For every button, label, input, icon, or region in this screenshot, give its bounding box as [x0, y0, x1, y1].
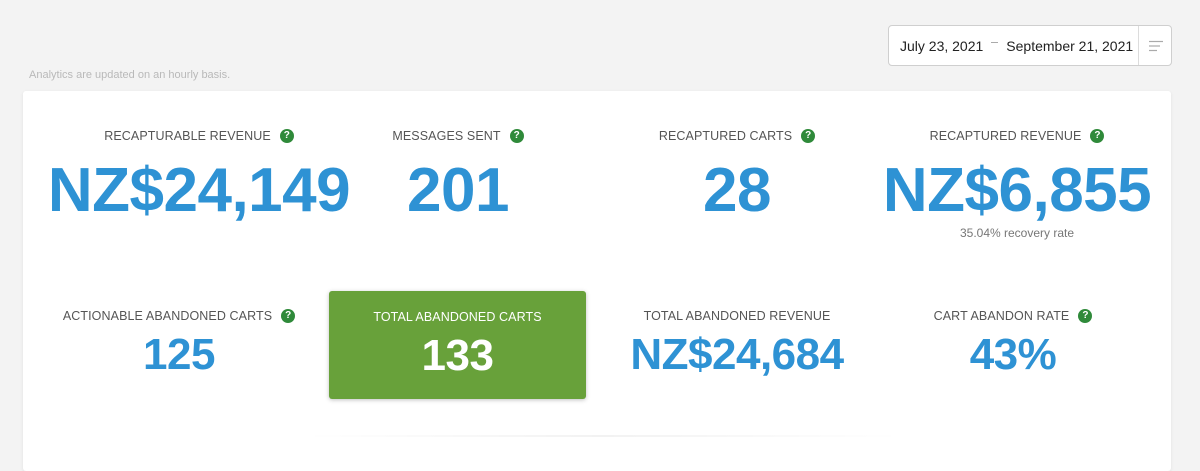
recovery-rate: 35.04% recovery rate: [959, 226, 1075, 240]
filter-lines-icon: [1148, 40, 1163, 51]
metric-label: RECAPTURABLE REVENUE: [104, 129, 271, 143]
metric-value: 43%: [969, 330, 1057, 379]
metric-label: TOTAL ABANDONED REVENUE: [643, 309, 831, 323]
metric-label: RECAPTURED CARTS: [658, 129, 793, 143]
metric-value: NZ$6,855: [882, 156, 1152, 225]
metric-label: CART ABANDON RATE: [933, 309, 1070, 323]
question-circle-icon[interactable]: ?: [1090, 129, 1105, 143]
stats-card: RECAPTURABLE REVENUE ? NZ$24,149 MESSAGE…: [23, 91, 1171, 471]
metric-cart-abandon-rate: CART ABANDON RATE ? 43%: [883, 309, 1143, 377]
question-circle-icon[interactable]: ?: [279, 129, 294, 143]
date-end[interactable]: September 21, 2021: [1006, 38, 1133, 54]
filter-button[interactable]: [1139, 26, 1172, 65]
question-circle-icon[interactable]: ?: [801, 129, 816, 143]
question-circle-icon[interactable]: ?: [281, 309, 296, 323]
divider: [303, 435, 903, 437]
metric-messages-sent: MESSAGES SENT ? 201: [348, 129, 568, 222]
metric-label: MESSAGES SENT: [392, 129, 501, 143]
metric-value: 201: [407, 156, 509, 225]
metric-total-abandoned-carts: TOTAL ABANDONED CARTS 133: [329, 291, 586, 399]
metric-value: 125: [143, 330, 215, 379]
question-circle-icon[interactable]: ?: [1078, 309, 1093, 323]
date-range-picker[interactable]: July 23, 2021 September 21, 2021: [888, 25, 1172, 66]
metric-recaptured-revenue: RECAPTURED REVENUE ? NZ$6,855 35.04% rec…: [873, 129, 1161, 240]
metric-value: NZ$24,149: [47, 156, 351, 225]
update-note: Analytics are updated on an hourly basis…: [29, 69, 231, 81]
metric-total-abandoned-revenue: TOTAL ABANDONED REVENUE NZ$24,684: [607, 309, 867, 377]
metric-label: ACTIONABLE ABANDONED CARTS: [62, 309, 273, 323]
date-separator: [991, 42, 999, 43]
date-start[interactable]: July 23, 2021: [900, 38, 983, 54]
metric-value: 28: [703, 156, 771, 225]
metric-actionable-abandoned-carts: ACTIONABLE ABANDONED CARTS ? 125: [49, 309, 309, 377]
metric-value: NZ$24,684: [630, 330, 844, 379]
metric-value: 133: [421, 331, 494, 380]
metric-label: TOTAL ABANDONED CARTS: [373, 310, 542, 324]
question-circle-icon[interactable]: ?: [509, 129, 524, 143]
metric-recaptured-carts: RECAPTURED CARTS ? 28: [627, 129, 847, 222]
metric-recapturable-revenue: RECAPTURABLE REVENUE ? NZ$24,149: [29, 129, 369, 222]
metric-label: RECAPTURED REVENUE: [929, 129, 1082, 143]
